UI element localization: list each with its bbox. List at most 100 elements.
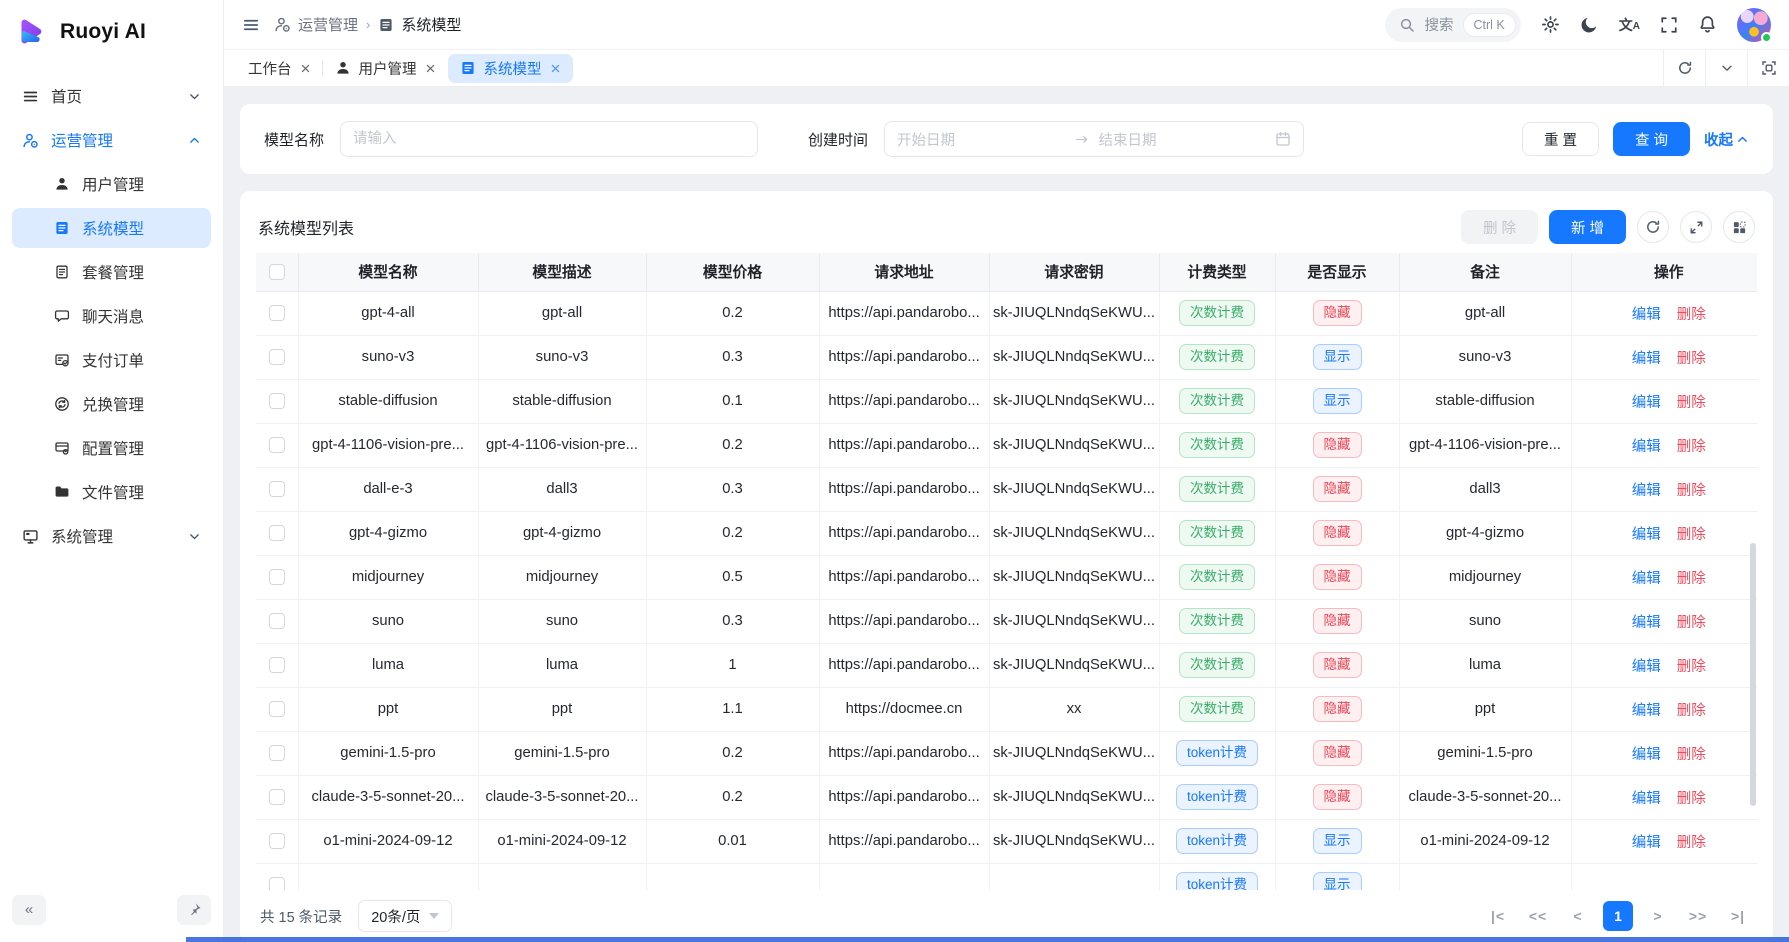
edit-link[interactable]: 编辑 (1632, 703, 1661, 719)
column-settings-button[interactable] (1723, 211, 1755, 243)
notifications-bell-icon[interactable] (1698, 15, 1717, 34)
edit-link[interactable]: 编辑 (1632, 659, 1661, 675)
tab-用户管理[interactable]: 用户管理 (323, 54, 448, 83)
row-checkbox[interactable] (269, 745, 285, 761)
current-page[interactable]: 1 (1603, 901, 1633, 931)
breadcrumb-item-system-model[interactable]: 系统模型 (378, 14, 461, 35)
collapse-filter-link[interactable]: 收起 (1704, 129, 1749, 150)
close-icon[interactable] (425, 63, 436, 74)
delete-link[interactable]: 删除 (1677, 439, 1706, 455)
delete-link[interactable]: 删除 (1677, 351, 1706, 367)
sidebar-subitem-文件管理[interactable]: 文件管理 (12, 472, 211, 512)
hamburger-icon[interactable] (242, 16, 260, 34)
global-search[interactable]: 搜索 Ctrl K (1385, 8, 1521, 42)
sidebar-subitem-用户管理[interactable]: 用户管理 (12, 164, 211, 204)
next-group-button[interactable]: >> (1683, 901, 1713, 931)
delete-link[interactable]: 删除 (1677, 395, 1706, 411)
delete-link[interactable]: 删除 (1677, 659, 1706, 675)
refresh-page-icon[interactable] (1663, 50, 1705, 86)
row-checkbox[interactable] (269, 437, 285, 453)
table-title: 系统模型列表 (258, 215, 354, 239)
last-page-button[interactable]: >| (1723, 901, 1753, 931)
delete-link[interactable]: 删除 (1677, 615, 1706, 631)
delete-link[interactable]: 删除 (1677, 703, 1706, 719)
user-avatar[interactable] (1737, 8, 1771, 42)
first-page-button[interactable]: |< (1483, 901, 1513, 931)
content-fullscreen-icon[interactable] (1747, 50, 1789, 86)
sidebar-collapse-button[interactable]: « (12, 895, 46, 925)
row-checkbox[interactable] (269, 613, 285, 629)
close-icon[interactable] (550, 63, 561, 74)
sidebar-subitem-套餐管理[interactable]: 套餐管理 (12, 252, 211, 292)
scrollbar-thumb[interactable] (1750, 543, 1756, 807)
row-checkbox[interactable] (269, 305, 285, 321)
tab-工作台[interactable]: 工作台 (236, 54, 323, 83)
prev-group-button[interactable]: << (1523, 901, 1553, 931)
delete-link[interactable]: 删除 (1677, 791, 1706, 807)
language-translate-icon[interactable]: 文A (1619, 15, 1640, 35)
cell-request-key: xx (989, 687, 1159, 731)
settings-gear-icon[interactable] (1541, 15, 1560, 34)
sidebar-pin-button[interactable] (177, 895, 211, 925)
edit-link[interactable]: 编辑 (1632, 527, 1661, 543)
sidebar-item-运营管理[interactable]: 运营管理 (12, 120, 211, 160)
row-checkbox[interactable] (269, 701, 285, 717)
table-vertical-scrollbar[interactable] (1749, 291, 1757, 890)
search-button[interactable]: 查 询 (1613, 122, 1690, 156)
delete-link[interactable]: 删除 (1677, 835, 1706, 851)
edit-link[interactable]: 编辑 (1632, 615, 1661, 631)
cell-request-url: https://api.pandarobo... (819, 511, 989, 555)
row-checkbox[interactable] (269, 657, 285, 673)
edit-link[interactable]: 编辑 (1632, 791, 1661, 807)
tab-系统模型[interactable]: 系统模型 (448, 54, 573, 83)
sidebar-subitem-聊天消息[interactable]: 聊天消息 (12, 296, 211, 336)
edit-link[interactable]: 编辑 (1632, 351, 1661, 367)
dark-mode-moon-icon[interactable] (1580, 15, 1599, 34)
row-checkbox[interactable] (269, 877, 285, 890)
add-button[interactable]: 新 增 (1549, 210, 1626, 244)
delete-link[interactable]: 删除 (1677, 483, 1706, 499)
sidebar-subitem-支付订单[interactable]: 支付订单 (12, 340, 211, 380)
edit-link[interactable]: 编辑 (1632, 835, 1661, 851)
sidebar-subitem-配置管理[interactable]: 配置管理 (12, 428, 211, 468)
next-page-button[interactable]: > (1643, 901, 1673, 931)
model-name-input[interactable] (340, 121, 758, 157)
prev-page-button[interactable]: < (1563, 901, 1593, 931)
row-checkbox[interactable] (269, 833, 285, 849)
tab-menu-chevron-icon[interactable] (1705, 50, 1747, 86)
delete-link[interactable]: 删除 (1677, 747, 1706, 763)
delete-selected-button[interactable]: 删 除 (1461, 210, 1538, 244)
table-refresh-button[interactable] (1637, 211, 1669, 243)
reset-button[interactable]: 重 置 (1522, 122, 1599, 156)
column-header: 是否显示 (1275, 253, 1399, 291)
select-all-checkbox[interactable] (269, 264, 285, 280)
row-checkbox[interactable] (269, 393, 285, 409)
delete-link[interactable]: 删除 (1677, 527, 1706, 543)
edit-link[interactable]: 编辑 (1632, 395, 1661, 411)
row-checkbox[interactable] (269, 789, 285, 805)
edit-link[interactable]: 编辑 (1632, 483, 1661, 499)
sidebar-subitem-系统模型[interactable]: 系统模型 (12, 208, 211, 248)
cell-model-desc: suno-v3 (478, 335, 646, 379)
row-checkbox[interactable] (269, 349, 285, 365)
fullscreen-icon[interactable] (1660, 16, 1678, 34)
page-size-select[interactable]: 20条/页 (358, 900, 452, 932)
edit-link[interactable]: 编辑 (1632, 307, 1661, 323)
row-checkbox[interactable] (269, 525, 285, 541)
edit-link[interactable]: 编辑 (1632, 439, 1661, 455)
sidebar-subitem-兑换管理[interactable]: 兑换管理 (12, 384, 211, 424)
edit-link[interactable]: 编辑 (1632, 747, 1661, 763)
delete-link[interactable]: 删除 (1677, 571, 1706, 587)
main-area: 运营管理 › 系统模型 搜索 Ctrl K (224, 0, 1789, 942)
edit-link[interactable]: 编辑 (1632, 571, 1661, 587)
breadcrumb-item-operations[interactable]: 运营管理 (274, 14, 358, 35)
sidebar-nav: 首页运营管理用户管理系统模型套餐管理聊天消息支付订单兑换管理配置管理文件管理系统… (0, 64, 223, 886)
row-checkbox[interactable] (269, 569, 285, 585)
table-fullscreen-button[interactable] (1680, 211, 1712, 243)
date-range-picker[interactable]: 开始日期 结束日期 (884, 121, 1304, 157)
sidebar-item-首页[interactable]: 首页 (12, 76, 211, 116)
sidebar-item-系统管理[interactable]: 系统管理 (12, 516, 211, 556)
row-checkbox[interactable] (269, 481, 285, 497)
delete-link[interactable]: 删除 (1677, 307, 1706, 323)
close-icon[interactable] (300, 63, 311, 74)
